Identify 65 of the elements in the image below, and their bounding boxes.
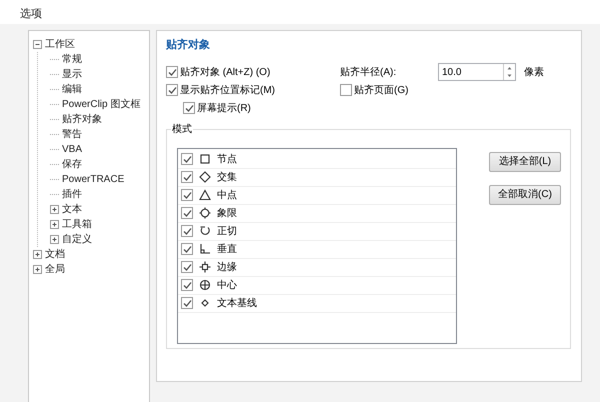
tree-item[interactable]: 全局: [45, 263, 65, 276]
tree-item[interactable]: PowerTRACE: [62, 173, 124, 186]
tree-item[interactable]: 插件: [62, 188, 82, 201]
checkbox[interactable]: [183, 102, 195, 114]
triangle-icon: [199, 189, 211, 201]
window-title: 选项: [20, 7, 42, 22]
checkbox-label: 屏幕提示(R): [197, 102, 251, 116]
checkbox[interactable]: [181, 243, 193, 255]
perpendicular-icon: [199, 243, 211, 255]
mode-label: 节点: [217, 152, 237, 166]
mode-label: 边缘: [217, 260, 237, 274]
group-title: 模式: [171, 122, 193, 136]
mode-label: 文本基线: [217, 296, 257, 310]
checkbox[interactable]: [166, 66, 178, 78]
tree-item[interactable]: 贴齐对象: [62, 113, 102, 126]
dialog-button[interactable]: 全部取消(C): [489, 184, 561, 204]
mode-label: 中点: [217, 188, 237, 202]
square-icon: [199, 153, 211, 165]
tree-item[interactable]: 文档: [45, 248, 65, 261]
checkbox[interactable]: [181, 207, 193, 219]
expand-icon[interactable]: [50, 235, 59, 244]
expand-icon[interactable]: [33, 265, 42, 274]
checkbox[interactable]: [166, 84, 178, 96]
checkbox[interactable]: [181, 279, 193, 291]
checkbox[interactable]: [181, 153, 193, 165]
mode-label: 垂直: [217, 242, 237, 256]
checkbox[interactable]: [181, 225, 193, 237]
tree-item[interactable]: 常规: [62, 53, 82, 66]
tree-item[interactable]: 工具箱: [62, 218, 92, 231]
edge-icon: [199, 261, 211, 273]
checkbox[interactable]: [181, 171, 193, 183]
checkbox-label: 贴齐对象 (Alt+Z) (O): [180, 66, 270, 80]
tree-item[interactable]: 保存: [62, 158, 82, 171]
collapse-icon[interactable]: [33, 40, 42, 49]
tree-item[interactable]: PowerClip 图文框: [62, 98, 140, 111]
expand-icon[interactable]: [50, 220, 59, 229]
tree-item[interactable]: 自定义: [62, 233, 92, 246]
number-spinner[interactable]: 10.0: [438, 63, 516, 81]
checkbox-label: 贴齐页面(G): [354, 84, 408, 98]
checkbox[interactable]: [181, 297, 193, 309]
tree-item[interactable]: 显示: [62, 68, 82, 81]
tree-item[interactable]: 警告: [62, 128, 82, 141]
circle-ticks-icon: [199, 207, 211, 219]
dialog-button[interactable]: 选择全部(L): [489, 152, 561, 172]
tree-item[interactable]: VBA: [62, 143, 82, 156]
expand-icon[interactable]: [50, 205, 59, 214]
field-label: 贴齐半径(A):: [340, 66, 398, 80]
checkbox[interactable]: [181, 261, 193, 273]
panel-heading: 贴齐对象: [166, 38, 211, 53]
tangent-icon: [199, 225, 211, 237]
unit-label: 像素: [524, 66, 544, 80]
crosshair-icon: [199, 279, 211, 291]
mode-label: 交集: [217, 170, 237, 184]
small-diamond-icon: [199, 297, 211, 309]
checkbox-label: 显示贴齐位置标记(M): [180, 84, 275, 98]
checkbox[interactable]: [181, 189, 193, 201]
checkbox[interactable]: [340, 84, 352, 96]
diamond-icon: [199, 171, 211, 183]
expand-icon[interactable]: [33, 250, 42, 259]
tree-item[interactable]: 编辑: [62, 83, 82, 96]
mode-label: 象限: [217, 206, 237, 220]
mode-label: 中心: [217, 278, 237, 292]
mode-label: 正切: [217, 224, 237, 238]
tree-item[interactable]: 工作区: [45, 38, 75, 51]
tree-item[interactable]: 文本: [62, 203, 82, 216]
